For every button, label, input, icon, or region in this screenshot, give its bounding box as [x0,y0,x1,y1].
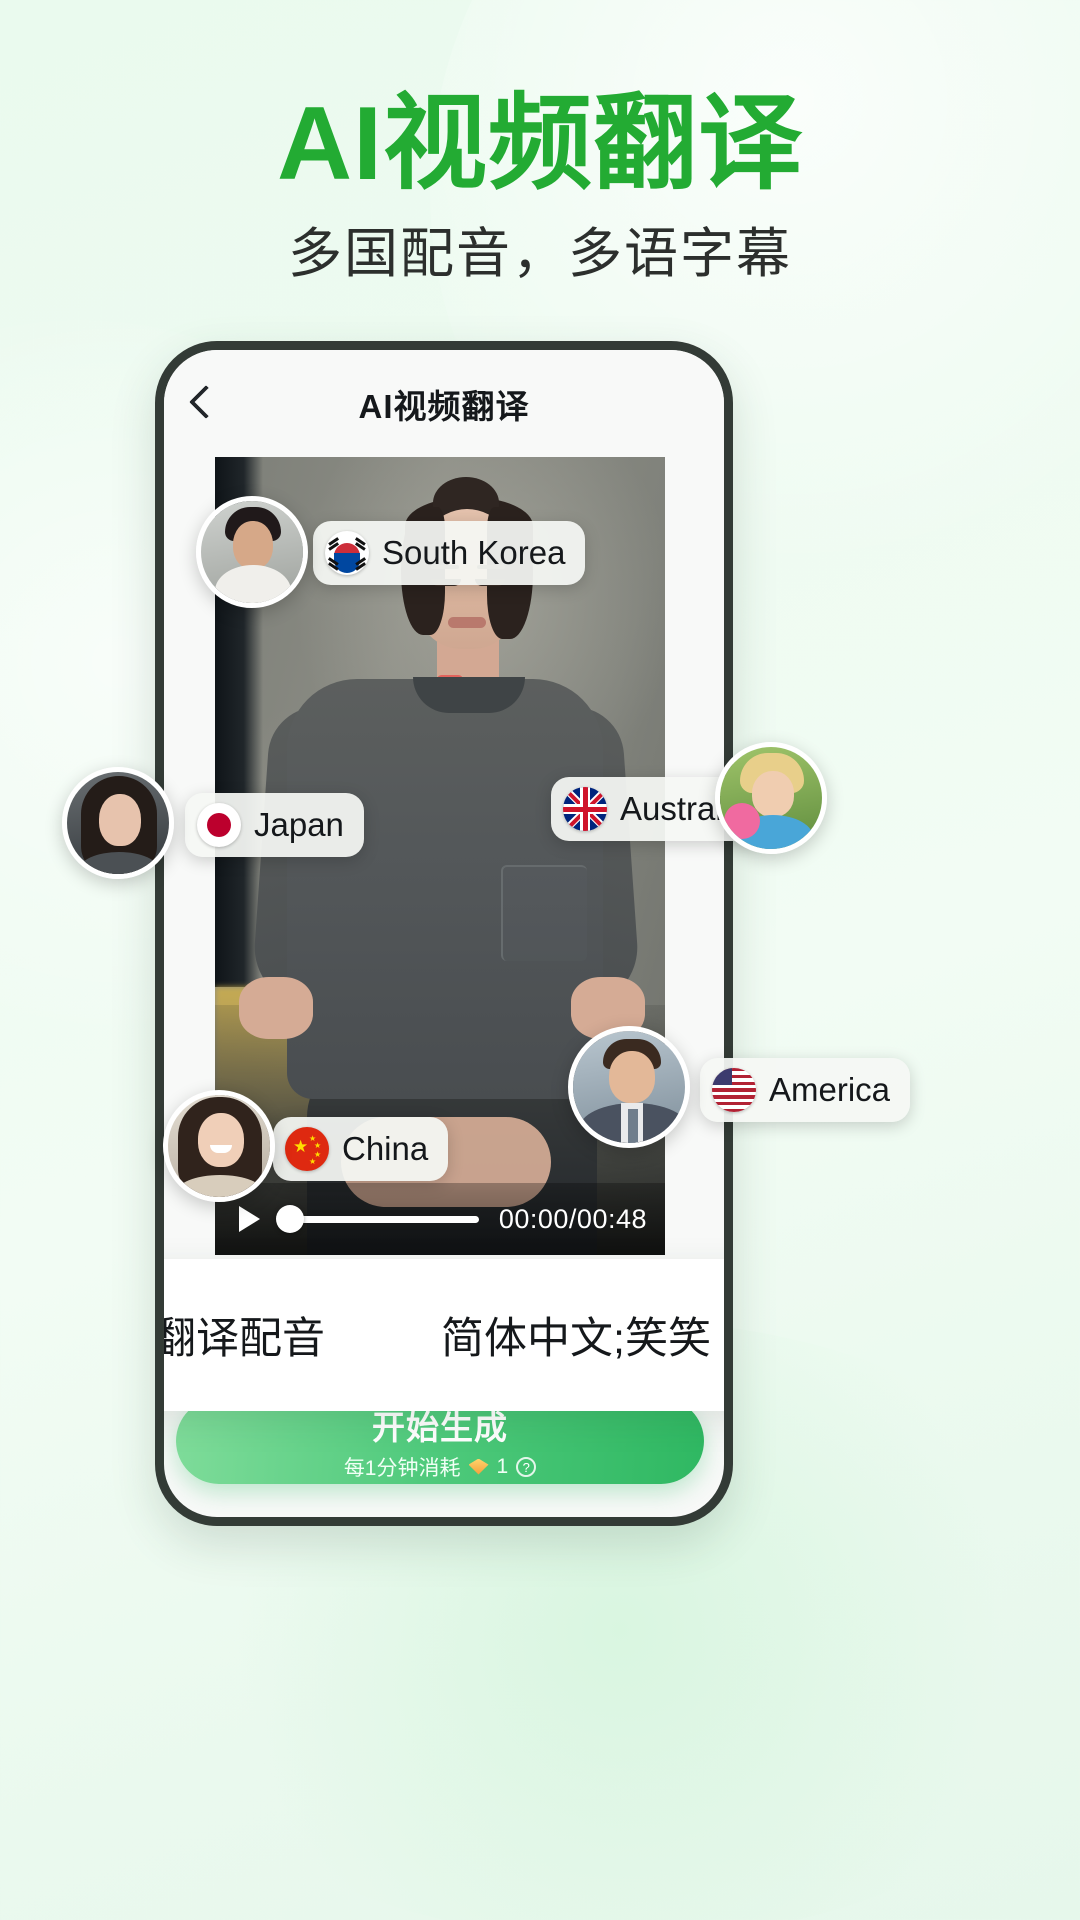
flag-south-korea-icon [325,531,369,575]
gem-icon [468,1458,489,1475]
flag-australia-icon [563,787,607,831]
avatar-woman-asian [67,772,169,874]
dub-setting-value-group: 简体中文;笑笑 [441,1304,733,1366]
video-controls: 00:00/00:48 [215,1183,665,1255]
badge-america[interactable]: America [700,1058,911,1122]
app-bar: AI视频翻译 [164,350,724,454]
avatar[interactable] [715,742,827,854]
avatar[interactable] [196,496,308,608]
dub-setting-row[interactable]: 翻译配音 简体中文;笑笑 [155,1259,733,1411]
page-subtitle: 多国配音，多语字幕 [288,224,792,284]
badge-label: America [769,1071,891,1108]
avatar[interactable] [568,1026,690,1148]
chevron-right-icon[interactable] [729,1321,733,1349]
app-bar-title: AI视频翻译 [358,388,530,425]
flag-china-icon: ★ ★ ★ ★ ★ [285,1127,329,1171]
person-hand-left [239,977,313,1039]
generate-button-cost: 每1分钟消耗 1 ? [343,1452,537,1482]
badge-label: China [342,1130,429,1167]
avatar[interactable] [62,767,174,879]
dub-setting-label: 翻译配音 [155,1315,325,1363]
progress-slider[interactable] [276,1205,479,1233]
badge-label: South Korea [382,534,566,571]
avatar[interactable] [163,1090,275,1202]
play-icon[interactable] [239,1206,260,1232]
progress-knob[interactable] [276,1205,304,1233]
badge-label: Japan [254,806,344,843]
question-mark-icon[interactable]: ? [516,1456,537,1477]
person-lips [448,617,486,628]
flag-japan-icon [197,803,241,847]
video-time-label: 00:00/00:48 [498,1203,647,1234]
cost-prefix: 每1分钟消耗 [343,1456,461,1480]
badge-south-korea[interactable]: South Korea [313,521,586,585]
cost-amount: 1 [496,1454,509,1478]
avatar-woman-smiling [168,1095,270,1197]
dub-setting-value: 简体中文;笑笑 [441,1315,711,1363]
avatar-child-blond [720,747,822,849]
badge-japan[interactable]: Japan [185,793,364,857]
person-shirt-pocket [501,865,587,961]
avatar-man-suit [573,1031,685,1143]
avatar-man-asian [201,501,303,603]
badge-china[interactable]: ★ ★ ★ ★ ★ China [273,1117,449,1181]
flag-america-icon [712,1068,756,1112]
page-title: AI视频翻译 [276,86,803,202]
